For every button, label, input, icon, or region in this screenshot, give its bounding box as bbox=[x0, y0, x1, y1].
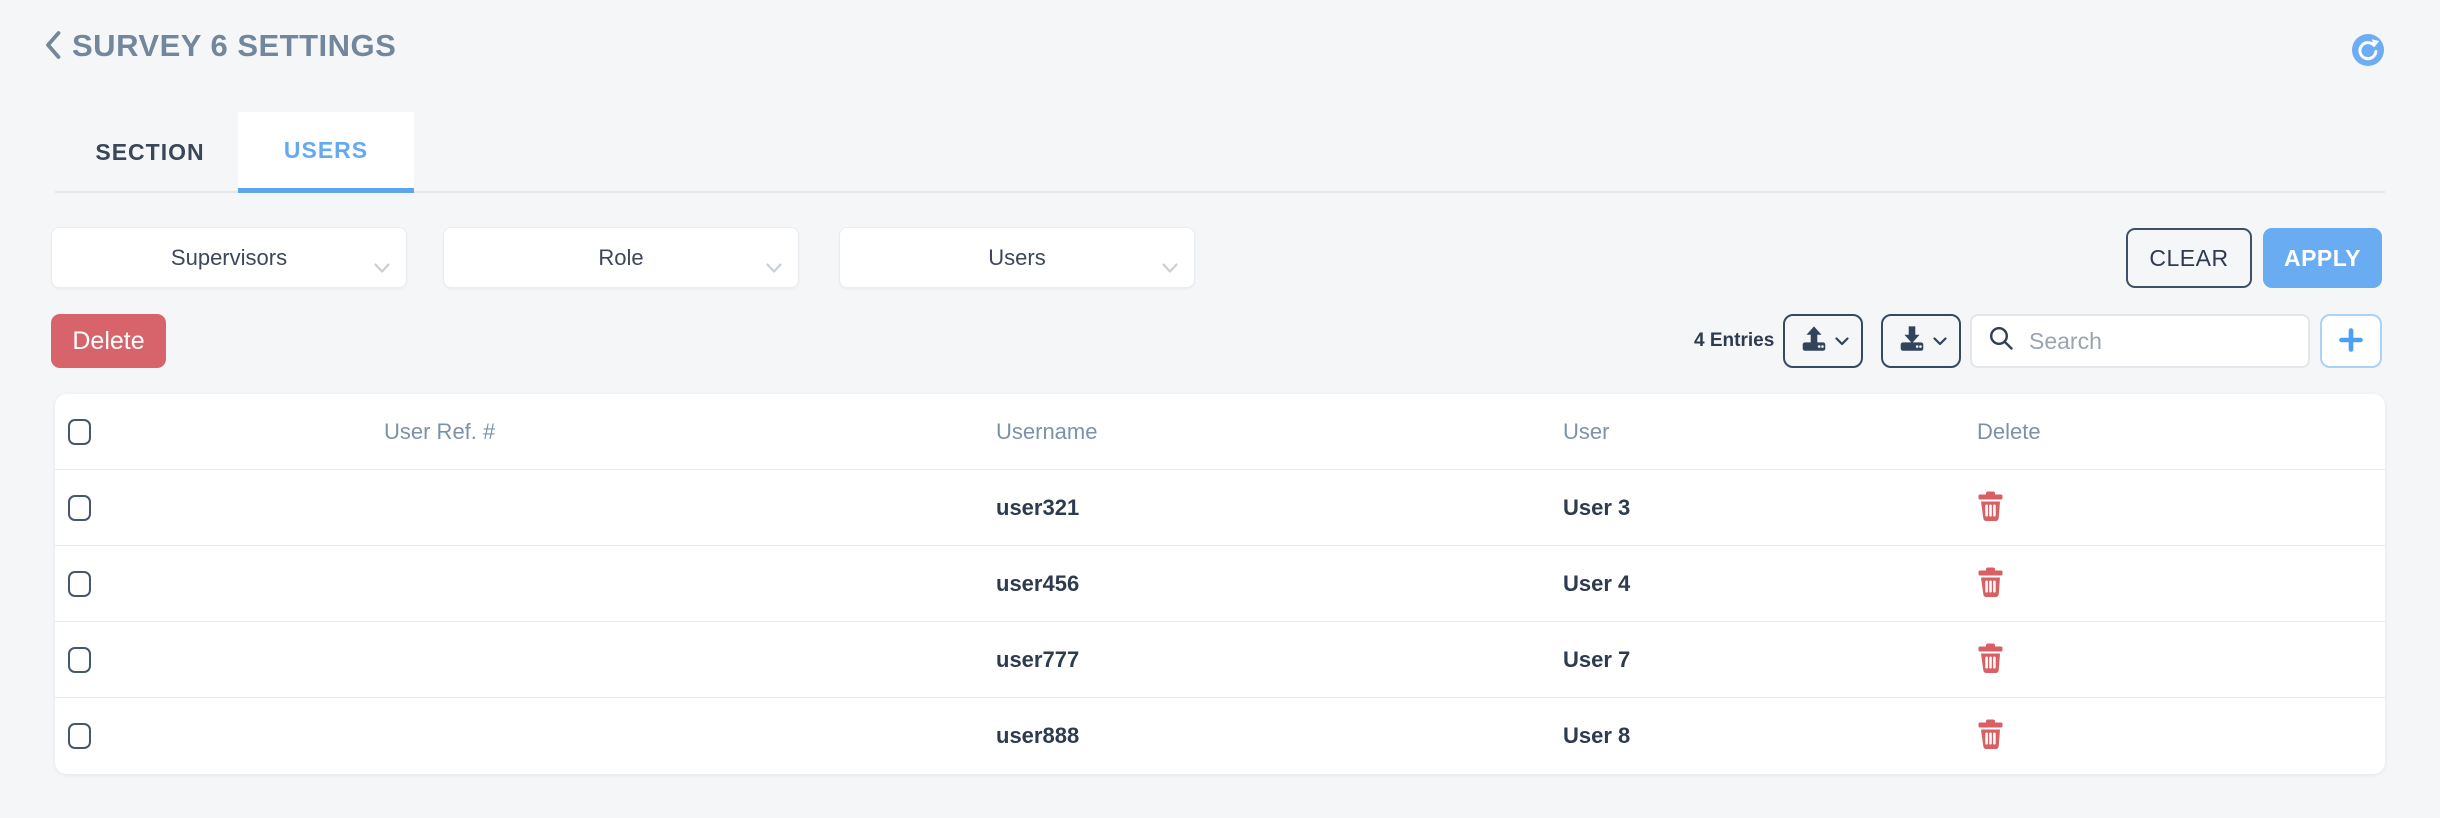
trash-icon bbox=[1977, 491, 2004, 524]
page-title: SURVEY 6 SETTINGS bbox=[72, 28, 396, 64]
entries-count: 4 Entries bbox=[1694, 314, 1774, 368]
row-delete-button[interactable] bbox=[1977, 720, 2004, 753]
row-delete-button[interactable] bbox=[1977, 643, 2004, 676]
delete-selected-button[interactable]: Delete bbox=[51, 314, 166, 368]
supervisors-dropdown[interactable]: Supervisors bbox=[51, 227, 407, 288]
users-table: User Ref. # Username User Delete user321… bbox=[55, 394, 2385, 774]
tab-bar: SECTION USERS bbox=[62, 112, 414, 193]
column-header-username: Username bbox=[996, 419, 1097, 445]
column-header-delete: Delete bbox=[1977, 419, 2041, 445]
add-user-button[interactable] bbox=[2320, 314, 2382, 368]
row-delete-button[interactable] bbox=[1977, 491, 2004, 524]
role-dropdown-value: Role bbox=[598, 245, 643, 271]
table-row: user321 User 3 bbox=[55, 470, 2385, 546]
trash-icon bbox=[1977, 567, 2004, 600]
role-dropdown[interactable]: Role bbox=[443, 227, 799, 288]
chevron-down-icon bbox=[1933, 334, 1947, 349]
cell-user: User 3 bbox=[1563, 495, 1630, 521]
table-row: user456 User 4 bbox=[55, 546, 2385, 622]
cell-user: User 8 bbox=[1563, 723, 1630, 749]
table-row: user888 User 8 bbox=[55, 698, 2385, 774]
trash-icon bbox=[1977, 643, 2004, 676]
search-input[interactable] bbox=[2029, 328, 2292, 355]
users-dropdown[interactable]: Users bbox=[839, 227, 1195, 288]
cell-username: user888 bbox=[996, 723, 1079, 749]
row-checkbox[interactable] bbox=[68, 647, 91, 673]
cell-user: User 7 bbox=[1563, 647, 1630, 673]
trash-icon bbox=[1977, 720, 2004, 753]
chevron-left-icon bbox=[44, 30, 62, 63]
tab-section[interactable]: SECTION bbox=[62, 112, 238, 193]
clear-button[interactable]: CLEAR bbox=[2126, 228, 2252, 288]
search-box bbox=[1970, 314, 2310, 368]
cell-username: user321 bbox=[996, 495, 1079, 521]
chevron-down-icon bbox=[1835, 334, 1849, 349]
upload-tray-icon bbox=[1798, 325, 1830, 357]
table-header-row: User Ref. # Username User Delete bbox=[55, 394, 2385, 470]
row-delete-button[interactable] bbox=[1977, 567, 2004, 600]
cell-user: User 4 bbox=[1563, 571, 1630, 597]
survey-settings-page: SURVEY 6 SETTINGS SECTION USERS Supervis… bbox=[0, 0, 2440, 818]
cell-username: user777 bbox=[996, 647, 1079, 673]
plus-icon bbox=[2339, 328, 2363, 355]
row-checkbox[interactable] bbox=[68, 495, 91, 521]
header-bar: SURVEY 6 SETTINGS bbox=[44, 28, 396, 64]
chevron-down-icon bbox=[1162, 254, 1178, 280]
refresh-button[interactable] bbox=[2352, 34, 2384, 66]
row-checkbox[interactable] bbox=[68, 723, 91, 749]
users-dropdown-value: Users bbox=[988, 245, 1045, 271]
row-checkbox[interactable] bbox=[68, 571, 91, 597]
chevron-down-icon bbox=[766, 254, 782, 280]
table-row: user777 User 7 bbox=[55, 622, 2385, 698]
column-header-user-ref: User Ref. # bbox=[384, 419, 495, 445]
tab-users[interactable]: USERS bbox=[238, 112, 414, 193]
column-header-user: User bbox=[1563, 419, 1609, 445]
export-button[interactable] bbox=[1881, 314, 1961, 368]
chevron-down-icon bbox=[374, 254, 390, 280]
search-icon bbox=[1988, 325, 2015, 357]
download-tray-icon bbox=[1896, 325, 1928, 357]
supervisors-dropdown-value: Supervisors bbox=[171, 245, 287, 271]
cell-username: user456 bbox=[996, 571, 1079, 597]
select-all-checkbox[interactable] bbox=[68, 419, 91, 445]
import-button[interactable] bbox=[1783, 314, 1863, 368]
apply-button[interactable]: APPLY bbox=[2263, 228, 2382, 288]
back-button[interactable] bbox=[44, 30, 62, 63]
refresh-icon bbox=[2352, 54, 2384, 69]
